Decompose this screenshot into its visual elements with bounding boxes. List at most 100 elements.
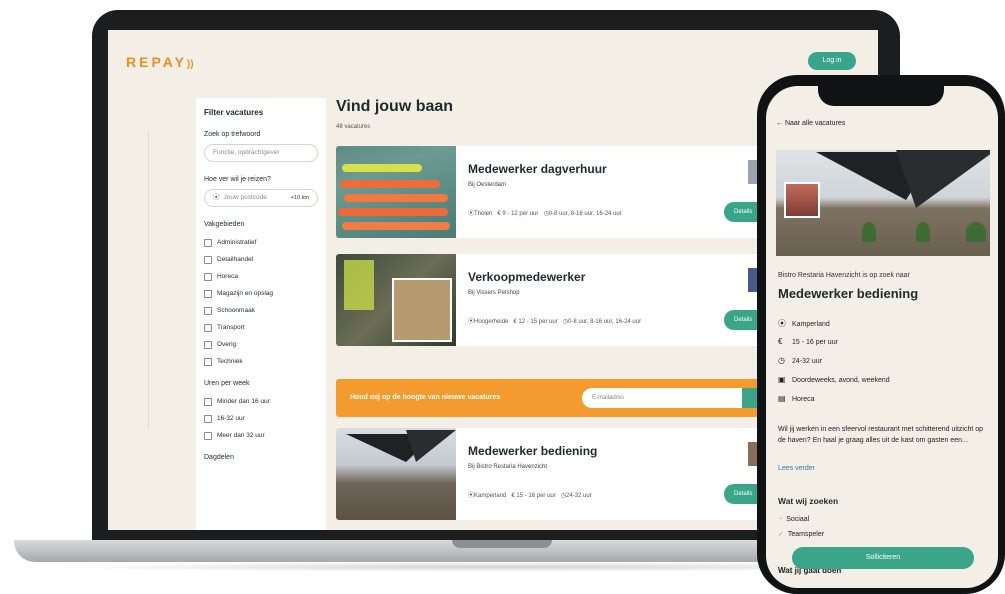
job-pay: € 15 - 16 per uur [511,493,556,499]
field-checkbox[interactable]: Overig [204,336,318,353]
shop-inset-photo [392,278,452,342]
trait-label: Sociaal [786,516,810,523]
kayak-shape [342,222,450,230]
looking-for-heading: Wat wij zoeken [778,496,839,506]
postcode-input[interactable]: ⦿ Jouw postcode +10 km [204,189,318,207]
job-hours: 0-8 uur, 8-16 uur, 16-24 uur [548,211,622,217]
trait-item: ✓ Teamspeler [778,530,824,538]
trait-item: ◔ Sociaal [778,516,809,523]
apply-button[interactable]: Solliciteren [792,547,974,569]
plant [966,222,986,242]
logo-text: REPAY [126,54,187,70]
location-text: Kamperland [792,321,830,328]
job-location: Kamperland [474,493,507,499]
read-more-link[interactable]: Lees verder [778,465,815,472]
job-company: Bij Vissers Petshop [468,290,520,296]
hours-text: 24-32 uur [792,358,822,365]
field-checkbox[interactable]: Detailhandel [204,251,318,268]
field-checkbox[interactable]: Schoonmaak [204,302,318,319]
login-button[interactable]: Log in [808,52,856,70]
checkbox-icon [204,414,212,423]
job-title[interactable]: Verkoopmedewerker [468,270,585,284]
fields-label: Vakgebieden [204,221,245,228]
job-card[interactable]: Verkoopmedewerker Bij Vissers Petshop ⦿H… [336,254,766,346]
job-pay: € 12 - 15 per uur [513,319,558,325]
repay-logo[interactable]: REPAY)) [126,54,194,70]
checkbox-icon [204,238,212,247]
vacancy-sector: ▤ Horeca [778,394,815,403]
job-title[interactable]: Medewerker bediening [468,444,597,458]
field-checkbox[interactable]: Transport [204,319,318,336]
kayak-shape [344,194,448,202]
job-card[interactable]: Medewerker bediening Bij Bistro Restaria… [336,428,766,520]
logo-mark-icon: )) [186,59,194,70]
hours-checkbox[interactable]: Meer dan 32 uur [204,427,318,444]
shop-shelf [344,260,374,310]
travel-label: Hoe ver wil je reizen? [204,176,271,183]
phone-notch [818,84,944,106]
trait-label: Teamspeler [787,531,825,538]
checkbox-icon [204,306,212,315]
newsletter-email-input[interactable]: E-mailadres [582,388,752,408]
field-checkbox[interactable]: Administratief [204,234,318,251]
job-location: Hoogerheide [474,319,509,325]
clock-icon: ◷ [778,356,785,365]
laptop-base-notch [452,540,552,548]
hours-checkbox[interactable]: 16-32 uur [204,410,318,427]
kayak-shape [340,180,440,188]
hours-checkbox[interactable]: Minder dan 16 uur [204,393,318,410]
job-card[interactable]: Medewerker dagverhuur Bij Oesterdam ⦿Tho… [336,146,766,238]
vacancy-title: Medewerker bediening [778,286,919,301]
job-title[interactable]: Medewerker dagverhuur [468,162,607,176]
search-input[interactable]: Functie, opdrachtgever [204,144,318,162]
job-hours: 0-8 uur, 8-16 uur, 16-24 uur [568,319,642,325]
job-company: Bij Oesterdam [468,182,507,188]
checkbox-icon [204,431,212,440]
job-meta: ⦿Tholen € 9 - 12 per uur ◷0-8 uur, 8-16 … [468,208,622,217]
fields-group: Vakgebieden Administratief Detailhandel … [204,221,318,370]
checkbox-icon [204,357,212,366]
pay-text: 15 - 16 per uur [792,339,838,346]
chat-icon: ◔ [778,516,783,523]
checkbox-icon [204,255,212,264]
back-link[interactable]: ← Naar alle vacatures [776,120,845,127]
job-meta: ⦿Hoogerheide € 12 - 15 per uur ◷0-8 uur,… [468,316,641,325]
filter-sidebar: Filter vacatures Zoek op trefwoord Funct… [196,98,326,530]
checkbox-label: Horeca [217,273,238,280]
checkbox-label: Schoonmaak [217,307,255,314]
checkbox-label: Minder dan 16 uur [217,398,270,405]
checkbox-label: Meer dan 32 uur [217,432,265,439]
search-label: Zoek op trefwoord [204,131,261,138]
vacancy-description: Wil jij werken in een sfeervol restauran… [778,426,984,444]
checkbox-label: Overig [217,341,237,348]
sector-text: Horeca [792,396,815,403]
field-checkbox[interactable]: Horeca [204,268,318,285]
plant [862,222,876,242]
newsletter-banner: Houd mij op de hoogte van nieuwe vacatur… [336,379,766,417]
calendar-icon: ▣ [778,375,786,384]
top-bar: REPAY)) Log in [108,30,878,88]
checkbox-label: Techniek [217,358,243,365]
checkbox-label: Administratief [217,239,257,246]
location-pin-icon: ⦿ [213,194,220,201]
hours-label: Uren per week [204,380,250,387]
filter-title: Filter vacatures [204,108,264,117]
field-checkbox[interactable]: Magazijn en opslag [204,285,318,302]
job-location: Tholen [474,211,493,217]
postcode-placeholder: Jouw postcode [223,194,267,201]
vacancy-photo [776,150,990,256]
distance-select[interactable]: +10 km [291,190,309,206]
newsletter-text: Houd mij op de hoogte van nieuwe vacatur… [350,394,501,401]
checkbox-icon [204,340,212,349]
vacancy-hours: ◷ 24-32 uur [778,356,822,365]
plant [916,222,930,242]
decor-line [148,130,149,430]
phone-screen: ← Naar alle vacatures Bistro Restaria Ha… [766,86,998,588]
field-checkbox[interactable]: Techniek [204,353,318,370]
job-hours: 24-32 uur [566,493,592,499]
job-photo-kayaks [336,146,456,238]
vacancy-schedule: ▣ Doordeweeks, avond, weekend [778,375,890,384]
checkbox-label: Magazijn en opslag [217,290,274,297]
vacancy-company: Bistro Restaria Havenzicht is op zoek na… [778,272,910,279]
schedule-text: Doordeweeks, avond, weekend [792,377,890,384]
